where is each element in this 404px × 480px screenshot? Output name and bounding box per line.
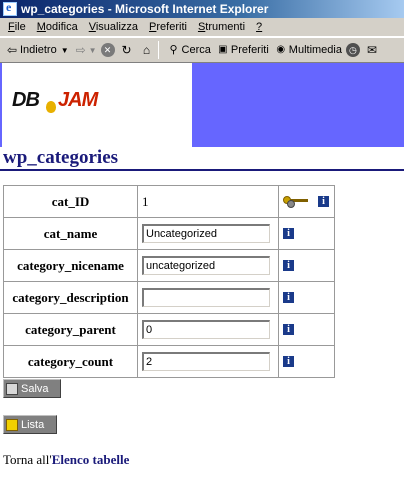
- save-button[interactable]: Salva: [3, 379, 61, 398]
- info-icon[interactable]: i: [283, 260, 294, 272]
- refresh-icon: ↻: [121, 43, 132, 57]
- title-underline: [0, 169, 404, 171]
- home-button[interactable]: ⌂: [139, 40, 155, 60]
- primary-key-icon: [283, 195, 309, 208]
- browser-toolbar: ⇦ Indietro ▼ ⇨ ▼ ✕ ↻ ⌂ ⚲ Cerca ▣ Preferi…: [0, 37, 404, 63]
- page-header: DB JAM: [0, 63, 404, 147]
- category-description-input[interactable]: [142, 288, 270, 307]
- home-icon: ⌂: [142, 43, 151, 57]
- menu-preferiti[interactable]: Preferiti: [149, 21, 187, 33]
- menu-strumenti[interactable]: Strumenti: [198, 21, 245, 33]
- category-nicename-input[interactable]: uncategorized: [142, 256, 270, 275]
- menu-help[interactable]: ?: [256, 21, 262, 33]
- field-label: category_nicename: [3, 249, 138, 282]
- refresh-button[interactable]: ↻: [119, 40, 135, 60]
- field-label: cat_name: [3, 217, 138, 250]
- field-label: category_description: [3, 281, 138, 314]
- mail-icon: ✉: [366, 43, 378, 57]
- search-icon: ⚲: [169, 44, 178, 56]
- logo-drop-icon: [46, 101, 56, 113]
- window-title-bar: wp_categories - Microsoft Internet Explo…: [0, 0, 404, 18]
- history-icon: ◷: [345, 43, 360, 57]
- info-icon[interactable]: i: [283, 292, 294, 304]
- field-value: 1: [137, 185, 279, 218]
- mail-button[interactable]: ✉: [364, 40, 380, 60]
- media-icon: ◉: [276, 44, 286, 55]
- stop-icon: ✕: [100, 43, 115, 57]
- info-icon[interactable]: i: [318, 196, 330, 208]
- menu-modifica[interactable]: Modifica: [37, 21, 78, 33]
- field-label: category_parent: [3, 313, 138, 346]
- field-actions: i: [278, 185, 335, 218]
- table-row: category_parent 0 i: [3, 313, 335, 346]
- dbjam-logo: DB JAM: [12, 89, 98, 113]
- favorites-button[interactable]: ▣ Preferiti: [215, 40, 269, 60]
- save-icon: [6, 382, 18, 395]
- info-icon[interactable]: i: [283, 228, 294, 240]
- favorites-folder-icon: ▣: [218, 44, 228, 55]
- search-button[interactable]: ⚲ Cerca: [166, 40, 211, 60]
- table-row: cat_name Uncategorized i: [3, 217, 335, 250]
- category-parent-input[interactable]: 0: [142, 320, 270, 339]
- page-title: wp_categories: [3, 147, 119, 168]
- table-row: category_count 2 i: [3, 345, 335, 378]
- history-button[interactable]: ◷: [345, 40, 360, 60]
- menu-visualizza[interactable]: Visualizza: [89, 21, 138, 33]
- list-icon: [6, 418, 18, 431]
- media-button[interactable]: ◉ Multimedia: [273, 40, 342, 60]
- list-button[interactable]: Lista: [3, 415, 57, 434]
- table-row: cat_ID 1 i: [3, 185, 335, 218]
- back-to-tables: Torna all'Elenco tabelle: [3, 452, 130, 467]
- table-list-link[interactable]: Elenco tabelle: [52, 452, 130, 467]
- info-icon[interactable]: i: [283, 356, 294, 368]
- back-button[interactable]: ⇦ Indietro ▼: [4, 40, 69, 60]
- field-label: cat_ID: [3, 185, 138, 218]
- back-arrow-icon: ⇦: [6, 43, 18, 57]
- field-label: category_count: [3, 345, 138, 378]
- dropdown-arrow-icon[interactable]: ▼: [61, 46, 69, 55]
- stop-button[interactable]: ✕: [100, 40, 115, 60]
- menu-bar: File Modifica Visualizza Preferiti Strum…: [0, 18, 404, 37]
- forward-arrow-icon: ⇨: [75, 43, 86, 57]
- forward-button[interactable]: ⇨ ▼: [73, 40, 97, 60]
- table-row: category_description i: [3, 281, 335, 314]
- category-count-input[interactable]: 2: [142, 352, 270, 371]
- cat-name-input[interactable]: Uncategorized: [142, 224, 270, 243]
- dropdown-arrow-icon[interactable]: ▼: [89, 46, 97, 55]
- header-color-block: [192, 63, 404, 147]
- internet-explorer-icon: [3, 0, 17, 16]
- header-left-rule: [0, 63, 2, 147]
- table-row: category_nicename uncategorized i: [3, 249, 335, 282]
- record-table: cat_ID 1 i cat_name Uncategorized i cate…: [3, 185, 335, 378]
- toolbar-separator: [157, 41, 159, 59]
- menu-file[interactable]: File: [8, 21, 26, 33]
- info-icon[interactable]: i: [283, 324, 294, 336]
- window-title: wp_categories - Microsoft Internet Explo…: [21, 2, 269, 16]
